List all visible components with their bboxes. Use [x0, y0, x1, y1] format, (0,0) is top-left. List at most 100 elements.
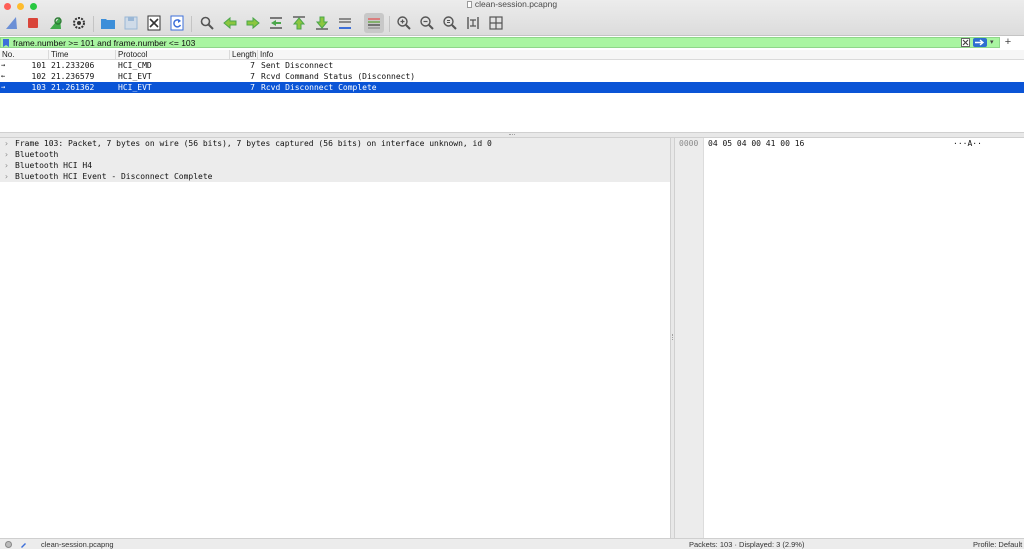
tree-item-hci-event[interactable]: › Bluetooth HCI Event - Disconnect Compl…: [0, 171, 670, 182]
packet-protocol: HCI_EVT: [118, 83, 152, 92]
colorize-icon: [368, 18, 380, 29]
main-toolbar: [0, 12, 520, 34]
packet-details-tree: › Frame 103: Packet, 7 bytes on wire (56…: [0, 138, 670, 538]
layout-button[interactable]: [486, 13, 506, 33]
go-last-packet-button[interactable]: [312, 13, 332, 33]
packet-list-header: No. Time Protocol Length Info: [0, 50, 1024, 60]
normal-size-button[interactable]: [440, 13, 460, 33]
tree-item-label: Bluetooth: [15, 150, 59, 159]
resize-columns-icon: [467, 17, 479, 29]
title-bar: clean-session.pcapng: [0, 0, 1024, 36]
find-packet-button[interactable]: [197, 13, 217, 33]
go-first-packet-button[interactable]: [289, 13, 309, 33]
save-file-icon: [124, 16, 138, 30]
packet-bytes-pane: 0000 04 05 04 00 41 00 16 ···A··: [675, 138, 1024, 538]
splitter-grip: [509, 134, 515, 136]
arrow-right-icon: [975, 39, 985, 46]
toolbar-separator: [389, 16, 390, 32]
stop-capture-icon: [28, 18, 38, 28]
open-file-button[interactable]: [98, 13, 118, 33]
auto-scroll-button[interactable]: [335, 13, 355, 33]
tree-item-label: Bluetooth HCI H4: [15, 161, 93, 170]
auto-scroll-icon: [339, 18, 351, 29]
document-icon: [466, 1, 472, 9]
go-to-packet-icon: [270, 17, 282, 29]
zoom-in-button[interactable]: [394, 13, 414, 33]
display-filter-input[interactable]: frame.number >= 101 and frame.number <= …: [0, 37, 1000, 48]
close-file-button[interactable]: [144, 13, 164, 33]
packet-row[interactable]: → 101 21.233206 HCI_CMD 7 Sent Disconnec…: [0, 60, 1024, 71]
zoom-out-icon: [420, 16, 434, 30]
column-header-protocol[interactable]: Protocol: [116, 50, 230, 60]
packet-info: Sent Disconnect: [261, 61, 334, 70]
bookmark-icon[interactable]: [3, 39, 9, 47]
capture-options-button[interactable]: [69, 13, 89, 33]
add-filter-button[interactable]: +: [1003, 36, 1013, 48]
column-header-time[interactable]: Time: [49, 50, 116, 60]
open-file-icon: [101, 19, 115, 29]
byte-ascii[interactable]: ···A··: [953, 138, 982, 149]
window-title: clean-session.pcapng: [0, 0, 1024, 9]
byte-hex[interactable]: 04 05 04 00 41 00 16: [708, 138, 804, 149]
packet-row-selected[interactable]: → 103 21.261362 HCI_EVT 7 Rcvd Disconnec…: [0, 82, 1024, 93]
tree-item-bluetooth[interactable]: › Bluetooth: [0, 149, 670, 160]
expert-info-icon[interactable]: [5, 541, 12, 548]
restart-capture-icon: [50, 17, 62, 29]
resize-columns-button[interactable]: [463, 13, 483, 33]
toolbar-separator: [93, 16, 94, 32]
byte-offset: 0000: [679, 139, 699, 148]
packet-protocol: HCI_EVT: [118, 72, 152, 81]
capture-options-gear-icon: [73, 17, 85, 29]
start-capture-button[interactable]: [2, 13, 22, 33]
find-packet-icon: [200, 16, 214, 30]
packet-info: Rcvd Command Status (Disconnect): [261, 72, 416, 81]
reload-file-button[interactable]: [167, 13, 187, 33]
reload-file-icon: [170, 15, 184, 31]
status-profile[interactable]: Profile: Default: [973, 539, 1022, 549]
stop-capture-button[interactable]: [23, 13, 43, 33]
status-packet-count: Packets: 103 · Displayed: 3 (2.9%): [689, 540, 805, 549]
go-to-packet-button[interactable]: [266, 13, 286, 33]
tree-item-frame[interactable]: › Frame 103: Packet, 7 bytes on wire (56…: [0, 138, 670, 149]
save-file-button[interactable]: [121, 13, 141, 33]
clear-filter-icon[interactable]: [961, 38, 970, 47]
tree-item-hci-h4[interactable]: › Bluetooth HCI H4: [0, 160, 670, 171]
packet-time: 21.261362: [51, 83, 95, 92]
apply-filter-button[interactable]: [973, 38, 987, 47]
packet-length: 7: [250, 61, 255, 70]
packet-time: 21.233206: [51, 61, 95, 70]
chevron-right-icon[interactable]: ›: [4, 138, 12, 149]
packet-number: 101: [31, 61, 46, 70]
toolbar-separator: [191, 16, 192, 32]
filter-history-dropdown-icon[interactable]: ▾: [990, 39, 998, 47]
display-filter-text[interactable]: frame.number >= 101 and frame.number <= …: [13, 38, 195, 48]
packet-number: 102: [31, 72, 46, 81]
column-header-length[interactable]: Length: [230, 50, 258, 60]
packet-protocol: HCI_CMD: [118, 61, 152, 70]
packet-info: Rcvd Disconnect Complete: [261, 83, 377, 92]
packet-row[interactable]: ← 102 21.236579 HCI_EVT 7 Rcvd Command S…: [0, 71, 1024, 82]
wireshark-window: clean-session.pcapng frame.number >= 101…: [0, 0, 1024, 549]
restart-capture-button[interactable]: [46, 13, 66, 33]
tree-item-label: Bluetooth HCI Event - Disconnect Complet…: [15, 172, 213, 181]
offset-column: [675, 138, 704, 538]
chevron-right-icon[interactable]: ›: [4, 171, 12, 182]
column-header-info[interactable]: Info: [258, 50, 1024, 60]
chevron-right-icon[interactable]: ›: [4, 149, 12, 160]
go-forward-button[interactable]: [243, 13, 263, 33]
column-header-no[interactable]: No.: [0, 50, 49, 60]
layout-icon: [489, 16, 503, 30]
packet-number: 103: [31, 83, 46, 92]
go-back-icon: [223, 16, 237, 30]
colorize-button[interactable]: [364, 13, 384, 33]
packet-list: No. Time Protocol Length Info → 101 21.2…: [0, 50, 1024, 132]
tree-item-label: Frame 103: Packet, 7 bytes on wire (56 b…: [15, 139, 492, 148]
go-first-packet-icon: [292, 16, 306, 30]
go-back-button[interactable]: [220, 13, 240, 33]
status-bar: clean-session.pcapng Packets: 103 · Disp…: [0, 538, 1024, 549]
chevron-right-icon[interactable]: ›: [4, 160, 12, 171]
go-last-packet-icon: [315, 16, 329, 30]
zoom-out-button[interactable]: [417, 13, 437, 33]
zoom-in-icon: [397, 16, 411, 30]
edit-comment-icon[interactable]: [20, 541, 27, 548]
